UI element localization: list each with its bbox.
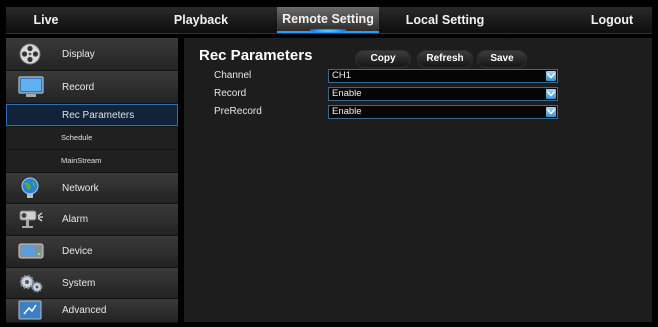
monitor-icon	[18, 76, 44, 98]
sidebar-item-record[interactable]: Record	[6, 71, 178, 104]
page-title: Rec Parameters	[199, 47, 313, 64]
refresh-button[interactable]: Refresh	[417, 50, 473, 68]
sidebar-item-display[interactable]: Display	[6, 38, 178, 71]
submenu-mainstream-label: MainStream	[61, 156, 102, 165]
top-nav: Live Playback Remote Setting Local Setti…	[6, 7, 652, 34]
sidebar-item-display-label: Display	[62, 49, 95, 60]
sidebar-item-system[interactable]: System	[6, 268, 178, 299]
app-frame: Live Playback Remote Setting Local Setti…	[0, 0, 658, 323]
tab-remote-setting[interactable]: Remote Setting	[277, 7, 379, 33]
sidebar-item-device-label: Device	[62, 246, 93, 257]
camera-alarm-icon	[18, 208, 44, 230]
sidebar-item-device[interactable]: Device	[6, 236, 178, 268]
sidebar-item-advanced[interactable]: Advanced	[6, 299, 178, 323]
chevron-down-icon	[546, 89, 556, 99]
advanced-icon	[18, 300, 44, 322]
sidebar: Display Record Rec Parameters Schedule M…	[6, 38, 178, 323]
submenu-rec-parameters[interactable]: Rec Parameters	[6, 104, 178, 126]
channel-select[interactable]: CH1	[328, 69, 558, 83]
gears-icon	[18, 272, 44, 294]
submenu-schedule[interactable]: Schedule	[6, 127, 178, 150]
globe-icon	[18, 177, 44, 199]
content-panel: Rec Parameters Copy Refresh Save Channel…	[184, 38, 652, 322]
submenu-rec-parameters-label: Rec Parameters	[62, 110, 135, 121]
tab-logout[interactable]: Logout	[572, 7, 652, 33]
tab-playback[interactable]: Playback	[156, 7, 246, 33]
record-select[interactable]: Enable	[328, 87, 558, 101]
sidebar-item-network-label: Network	[62, 183, 99, 194]
sidebar-item-alarm-label: Alarm	[62, 214, 89, 225]
record-select-value: Enable	[332, 88, 362, 99]
channel-label: Channel	[214, 70, 252, 81]
tab-remote-setting-label: Remote Setting	[282, 12, 374, 26]
chevron-down-icon	[546, 71, 556, 81]
sidebar-item-record-label: Record	[62, 82, 95, 93]
sidebar-item-system-label: System	[62, 278, 96, 289]
submenu-mainstream[interactable]: MainStream	[6, 150, 178, 173]
sidebar-item-advanced-label: Advanced	[62, 305, 107, 316]
prerecord-select-value: Enable	[332, 106, 362, 117]
record-label: Record	[214, 88, 247, 99]
tab-local-setting[interactable]: Local Setting	[394, 7, 496, 33]
hard-drive-icon	[18, 240, 44, 262]
active-tab-indicator	[310, 29, 346, 33]
copy-button[interactable]: Copy	[355, 50, 411, 68]
sidebar-item-network[interactable]: Network	[6, 173, 178, 204]
sidebar-item-alarm[interactable]: Alarm	[6, 204, 178, 236]
channel-select-value: CH1	[332, 70, 352, 81]
prerecord-select[interactable]: Enable	[328, 105, 558, 119]
chevron-down-icon	[546, 107, 556, 117]
film-reel-icon	[18, 43, 44, 65]
submenu-schedule-label: Schedule	[61, 133, 93, 142]
save-button[interactable]: Save	[477, 50, 527, 68]
tab-live[interactable]: Live	[6, 7, 86, 33]
prerecord-label: PreRecord	[214, 106, 262, 117]
